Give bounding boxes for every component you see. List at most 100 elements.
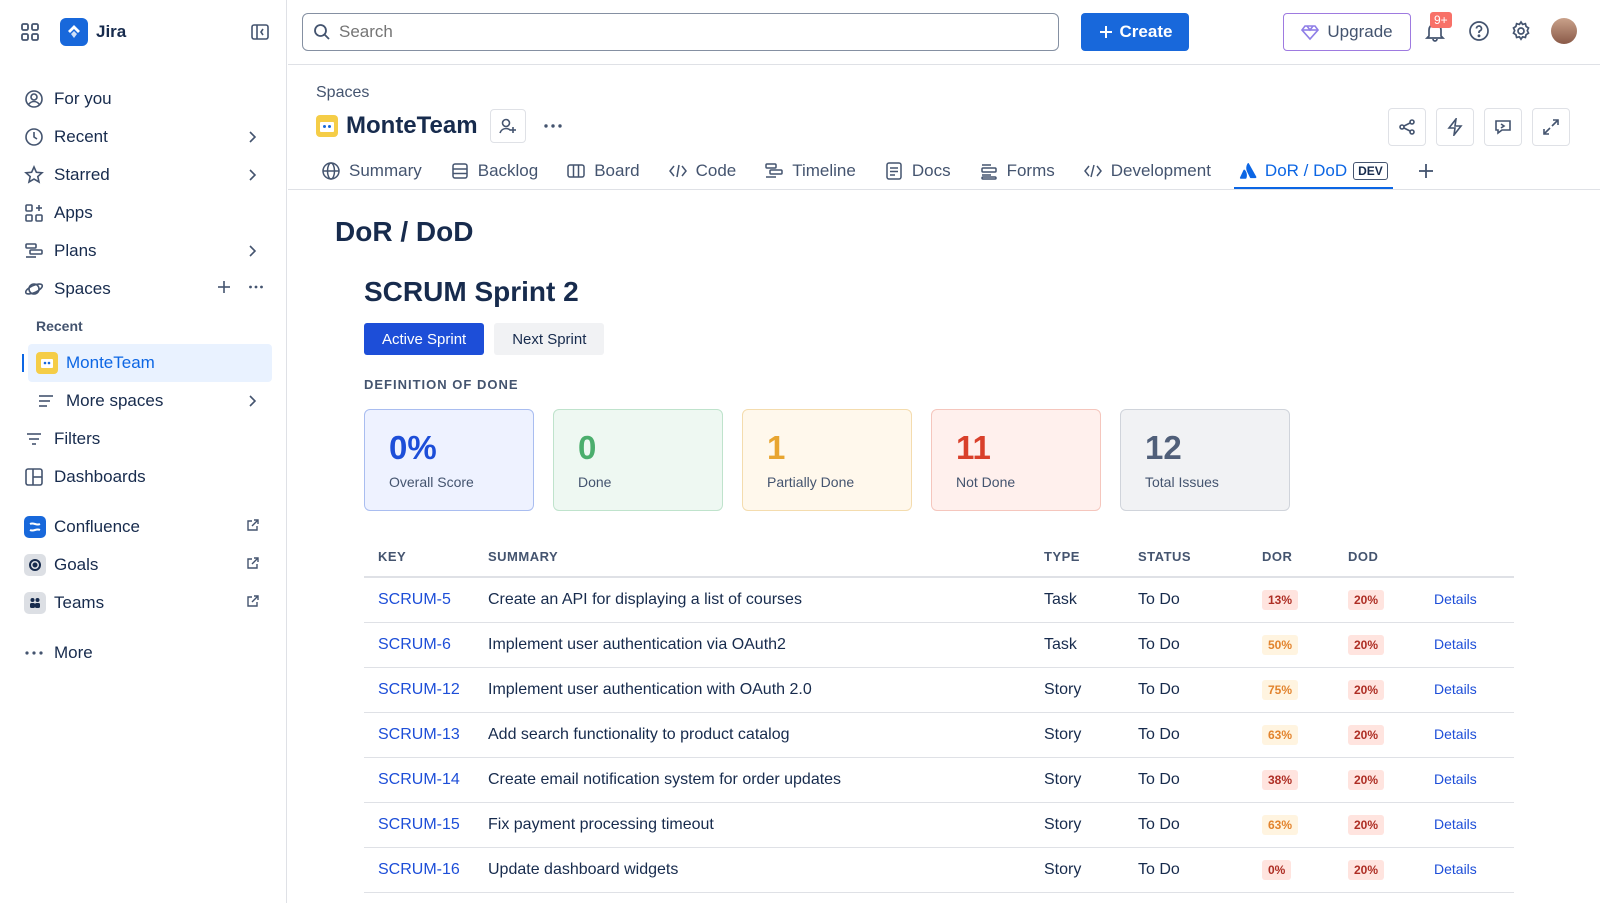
- chevron-right-icon[interactable]: [244, 243, 260, 259]
- chevron-right-icon[interactable]: [244, 129, 260, 145]
- tab-label: DoR / DoD: [1264, 161, 1348, 180]
- tab-timeline[interactable]: Timeline: [759, 154, 861, 188]
- dod-score-badge: 20%: [1348, 815, 1385, 835]
- tab-label: Docs: [911, 161, 951, 180]
- issue-key-link[interactable]: SCRUM-13: [378, 726, 460, 743]
- table-row[interactable]: SCRUM-6 Implement user authentication via…: [364, 623, 1514, 668]
- issue-key-link[interactable]: SCRUM-12: [378, 681, 460, 698]
- add-space-icon[interactable]: [216, 279, 232, 295]
- app-name[interactable]: Jira: [96, 22, 126, 42]
- details-link[interactable]: Details: [1434, 771, 1477, 787]
- search-input[interactable]: [339, 22, 1019, 42]
- upgrade-button[interactable]: Upgrade: [1283, 13, 1411, 51]
- chevron-right-icon[interactable]: [244, 167, 260, 183]
- sidebar-item-goals[interactable]: Goals: [16, 546, 272, 584]
- tab-summary[interactable]: Summary: [316, 154, 427, 188]
- sidebar-item-monteteam[interactable]: MonteTeam: [22, 344, 272, 382]
- column-header-status[interactable]: STATUS: [1138, 549, 1262, 564]
- sidebar-item-teams[interactable]: Teams: [16, 584, 272, 622]
- sidebar-item-plans[interactable]: Plans: [16, 232, 272, 270]
- issue-key-link[interactable]: SCRUM-5: [378, 591, 451, 608]
- jira-logo-icon[interactable]: [60, 18, 88, 46]
- sidebar-item-label: Starred: [54, 165, 110, 184]
- help-icon[interactable]: [1468, 20, 1490, 42]
- add-people-icon[interactable]: [489, 109, 526, 143]
- issue-key-link[interactable]: SCRUM-6: [378, 636, 451, 653]
- search-box[interactable]: [302, 13, 1059, 51]
- table-row[interactable]: SCRUM-12 Implement user authentication wi…: [364, 668, 1514, 713]
- column-header-type[interactable]: TYPE: [1044, 549, 1138, 564]
- external-link-icon[interactable]: [246, 594, 260, 608]
- issue-summary: Update dashboard widgets: [488, 861, 679, 878]
- sidebar-item-filters[interactable]: Filters: [16, 420, 272, 458]
- lightning-icon[interactable]: [1436, 108, 1474, 146]
- sidebar-collapse-icon[interactable]: [250, 22, 270, 42]
- expand-icon[interactable]: [1532, 108, 1570, 146]
- breadcrumb[interactable]: Spaces: [316, 84, 369, 102]
- table-row[interactable]: SCRUM-13 Add search functionality to prod…: [364, 713, 1514, 758]
- share-icon[interactable]: [1388, 108, 1426, 146]
- create-button[interactable]: Create: [1081, 13, 1189, 51]
- upgrade-label: Upgrade: [1327, 22, 1393, 41]
- section-label: DEFINITION OF DONE: [364, 377, 519, 392]
- sidebar-item-spaces[interactable]: Spaces: [16, 270, 272, 308]
- sidebar-header: Jira: [20, 16, 270, 48]
- tab-dor-dod[interactable]: DoR / DoD DEV: [1233, 154, 1393, 190]
- tab-backlog[interactable]: Backlog: [445, 154, 543, 188]
- more-actions-icon[interactable]: [542, 115, 564, 137]
- details-link[interactable]: Details: [1434, 861, 1477, 877]
- issue-summary: Create email notification system for ord…: [488, 771, 842, 788]
- column-header-dor[interactable]: DOR: [1262, 549, 1348, 564]
- details-link[interactable]: Details: [1434, 726, 1477, 742]
- sidebar-item-starred[interactable]: Starred: [16, 156, 272, 194]
- sidebar-item-dashboards[interactable]: Dashboards: [16, 458, 272, 496]
- column-header-summary[interactable]: SUMMARY: [488, 549, 1044, 564]
- sidebar-item-more[interactable]: More: [16, 634, 272, 672]
- app-switcher-icon[interactable]: [20, 22, 40, 42]
- table-row[interactable]: SCRUM-15 Fix payment processing timeout St…: [364, 803, 1514, 848]
- add-tab-button[interactable]: [1411, 154, 1441, 188]
- next-sprint-button[interactable]: Next Sprint: [494, 323, 605, 355]
- apps-icon: [24, 203, 44, 223]
- sidebar-item-apps[interactable]: Apps: [16, 194, 272, 232]
- tab-docs[interactable]: Docs: [879, 154, 956, 188]
- issue-key-link[interactable]: SCRUM-15: [378, 816, 460, 833]
- create-label: Create: [1119, 22, 1173, 41]
- details-link[interactable]: Details: [1434, 816, 1477, 832]
- sidebar-item-recent[interactable]: Recent: [16, 118, 272, 156]
- table-row[interactable]: SCRUM-5 Create an API for displaying a li…: [364, 578, 1514, 623]
- column-header-key[interactable]: KEY: [364, 549, 488, 564]
- external-link-icon[interactable]: [246, 556, 260, 570]
- external-link-icon[interactable]: [246, 518, 260, 532]
- user-avatar[interactable]: [1551, 18, 1577, 44]
- tab-board[interactable]: Board: [561, 154, 644, 188]
- sidebar-item-for-you[interactable]: For you: [16, 80, 272, 118]
- tab-development[interactable]: Development: [1078, 154, 1216, 188]
- tab-forms[interactable]: Forms: [974, 154, 1060, 188]
- issues-table: KEY SUMMARY TYPE STATUS DOR DOD SCRUM-5 C…: [364, 536, 1514, 893]
- score-card-value: 11: [956, 429, 991, 466]
- issue-key-link[interactable]: SCRUM-14: [378, 771, 460, 788]
- score-card-value: 0%: [389, 429, 437, 466]
- table-row[interactable]: SCRUM-16 Update dashboard widgets Story To …: [364, 848, 1514, 893]
- sidebar-item-more-spaces[interactable]: More spaces: [28, 382, 272, 420]
- more-icon[interactable]: [248, 279, 264, 295]
- tab-code[interactable]: Code: [663, 154, 742, 188]
- details-link[interactable]: Details: [1434, 681, 1477, 697]
- feedback-icon[interactable]: [1484, 108, 1522, 146]
- active-sprint-button[interactable]: Active Sprint: [364, 323, 485, 355]
- sidebar-item-confluence[interactable]: Confluence: [16, 508, 272, 546]
- tabs-divider: [288, 189, 1600, 190]
- settings-gear-icon[interactable]: [1510, 20, 1532, 42]
- table-row[interactable]: SCRUM-14 Create email notification system…: [364, 758, 1514, 803]
- goals-icon: [24, 554, 46, 576]
- details-link[interactable]: Details: [1434, 636, 1477, 652]
- issue-key-link[interactable]: SCRUM-16: [378, 861, 460, 878]
- chevron-right-icon[interactable]: [244, 393, 260, 409]
- dor-score-badge: 0%: [1262, 860, 1292, 880]
- column-header-dod[interactable]: DOD: [1348, 549, 1434, 564]
- dor-score-badge: 50%: [1262, 635, 1299, 655]
- details-link[interactable]: Details: [1434, 591, 1477, 607]
- score-card-label: Total Issues: [1145, 474, 1219, 490]
- dev-lozenge: DEV: [1353, 162, 1388, 180]
